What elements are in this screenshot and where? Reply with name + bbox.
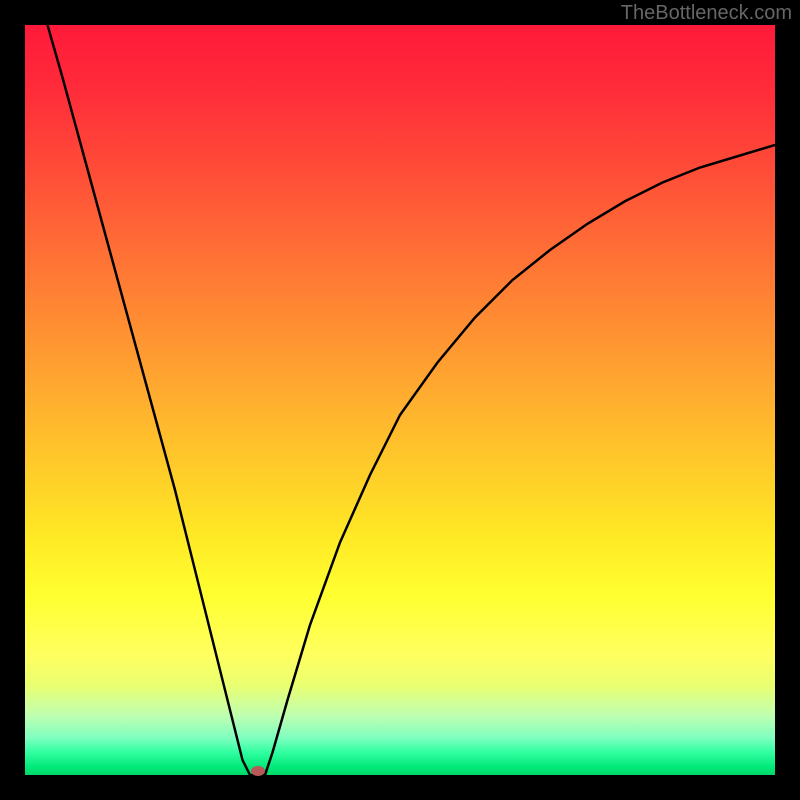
curve-svg [25, 25, 775, 775]
chart-plot-area [25, 25, 775, 775]
optimal-point-marker [251, 766, 265, 776]
watermark-text: TheBottleneck.com [621, 2, 792, 25]
bottleneck-curve-line [48, 25, 776, 775]
